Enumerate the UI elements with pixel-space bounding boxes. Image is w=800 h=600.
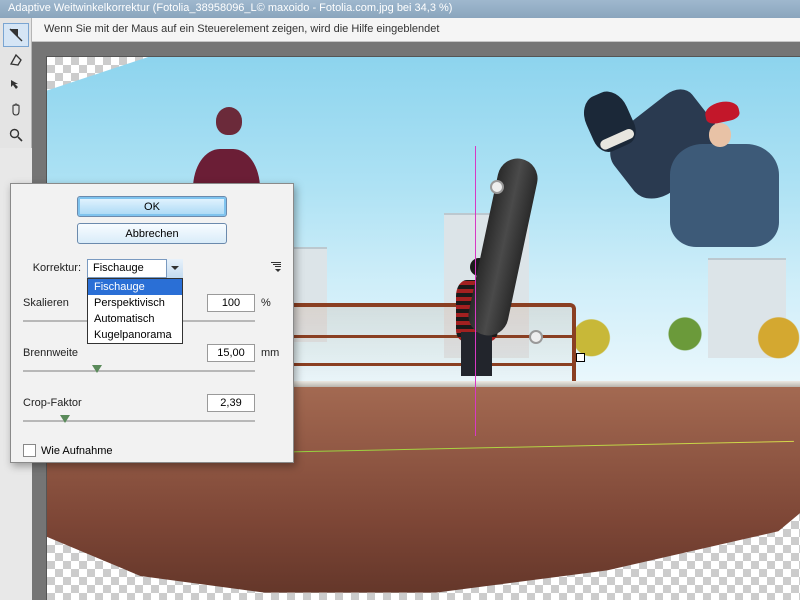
cancel-button[interactable]: Abbrechen — [77, 223, 227, 244]
correction-dropdown: Fischauge Perspektivisch Automatisch Kug… — [87, 278, 183, 344]
scale-label: Skalieren — [23, 297, 69, 309]
as-shot-label: Wie Aufnahme — [41, 445, 113, 457]
as-shot-checkbox[interactable] — [23, 444, 36, 457]
main-area: Wenn Sie mit der Maus auf ein Steuerelem… — [0, 18, 800, 600]
crop-label: Crop-Faktor — [23, 397, 82, 409]
focal-label: Brennweite — [23, 347, 78, 359]
crop-handle[interactable] — [576, 353, 585, 362]
ok-button[interactable]: OK — [77, 196, 227, 217]
slider-thumb[interactable] — [92, 365, 102, 378]
focal-slider[interactable] — [23, 364, 255, 378]
crop-value[interactable]: 2,39 — [207, 394, 255, 412]
focal-unit: mm — [255, 347, 281, 359]
tool-palette — [0, 18, 32, 148]
window-titlebar: Adaptive Weitwinkelkorrektur (Fotolia_38… — [0, 0, 800, 18]
scale-value[interactable]: 100 — [207, 294, 255, 312]
focal-row: Brennweite 15,00 mm — [23, 344, 281, 378]
focal-value[interactable]: 15,00 — [207, 344, 255, 362]
zoom-tool[interactable] — [3, 123, 29, 147]
hand-tool[interactable] — [3, 98, 29, 122]
move-tool[interactable] — [3, 73, 29, 97]
slider-thumb[interactable] — [60, 415, 70, 428]
as-shot-row: Wie Aufnahme — [23, 444, 281, 457]
correction-label: Korrektur: — [23, 262, 87, 274]
vertical-constraint-guide[interactable] — [475, 146, 476, 436]
crop-slider[interactable] — [23, 414, 255, 428]
chevron-down-icon[interactable] — [166, 259, 183, 278]
correction-option[interactable]: Fischauge — [88, 279, 182, 295]
correction-option[interactable]: Perspektivisch — [88, 295, 182, 311]
constraint-tool[interactable] — [3, 23, 29, 47]
polygon-constraint-tool[interactable] — [3, 48, 29, 72]
correction-option[interactable]: Kugelpanorama — [88, 327, 182, 343]
settings-panel: OK Abbrechen Korrektur: Fischauge Fischa… — [10, 183, 294, 463]
panel-menu-icon[interactable] — [267, 262, 281, 275]
correction-row: Korrektur: Fischauge Fischauge Perspekti… — [23, 258, 281, 278]
scale-unit: % — [255, 297, 281, 309]
correction-select[interactable]: Fischauge Fischauge Perspektivisch Autom… — [87, 259, 183, 278]
crop-row: Crop-Faktor 2,39 — [23, 394, 281, 428]
correction-option[interactable]: Automatisch — [88, 311, 182, 327]
hint-bar: Wenn Sie mit der Maus auf ein Steuerelem… — [32, 18, 800, 42]
